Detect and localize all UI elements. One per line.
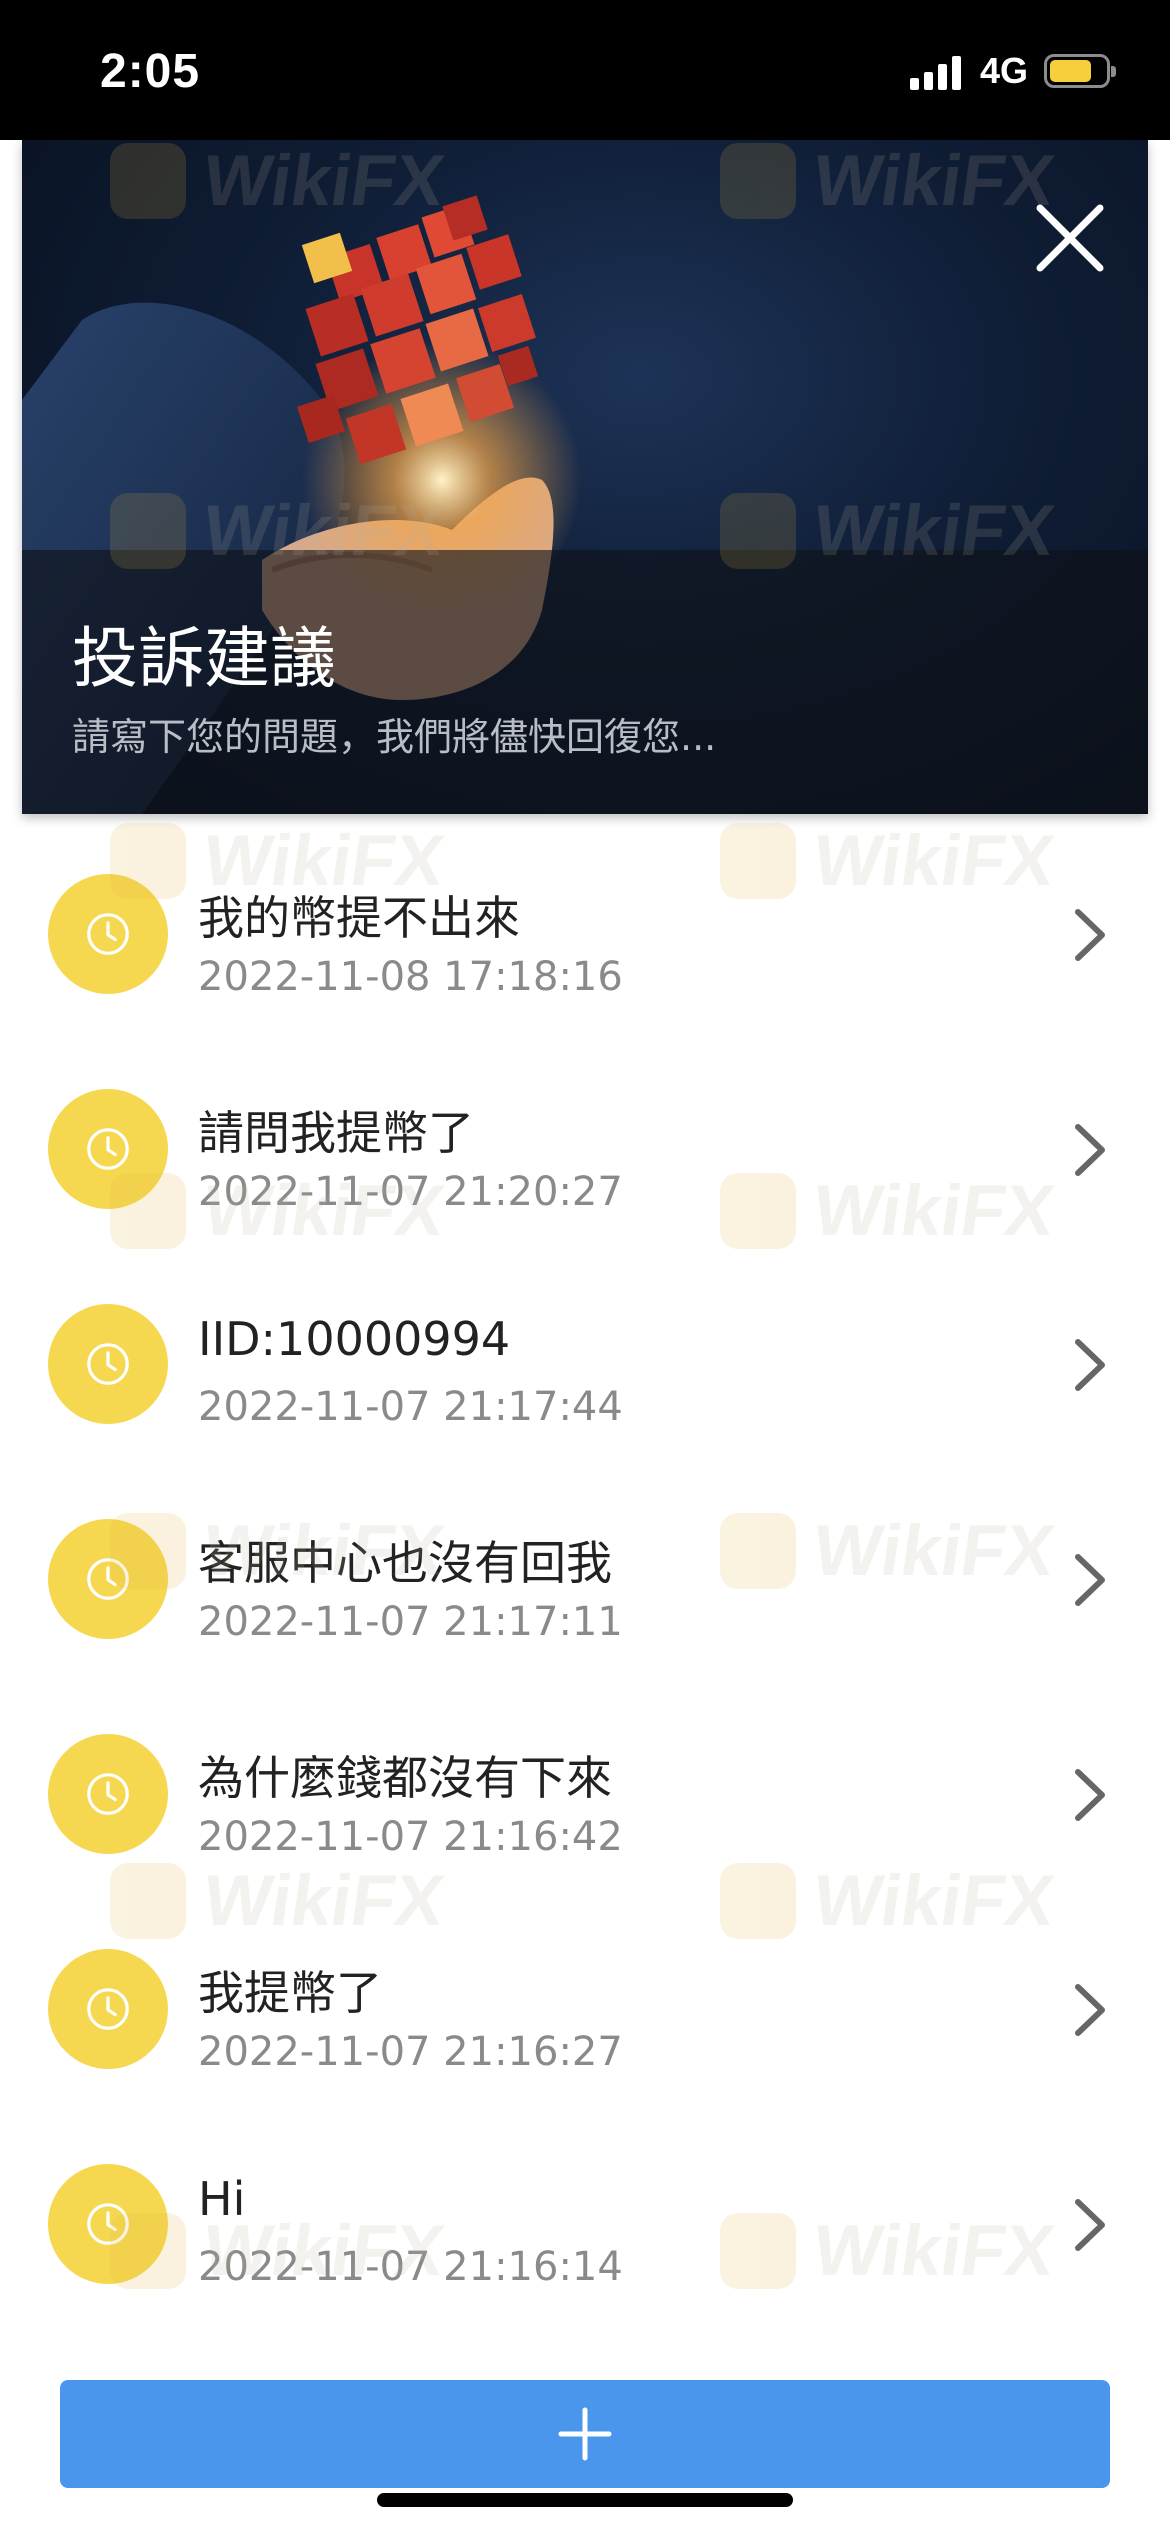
chevron-right-icon <box>1075 1769 1105 1821</box>
ticket-timestamp: 2022-11-08 17:18:16 <box>198 954 623 1000</box>
ticket-timestamp: 2022-11-07 21:16:27 <box>198 2029 623 2075</box>
status-badge <box>48 1304 168 1424</box>
ticket-timestamp: 2022-11-07 21:17:11 <box>198 1599 623 1645</box>
chevron-right-icon <box>1075 1554 1105 1606</box>
ticket-timestamp: 2022-11-07 21:16:42 <box>198 1814 623 1860</box>
status-indicators: 4G <box>909 50 1116 92</box>
status-bar: 2:05 4G <box>0 0 1170 140</box>
ticket-title: 我的幣提不出來 <box>198 891 520 945</box>
status-badge <box>48 1949 168 2069</box>
clock-icon <box>87 913 129 955</box>
status-time: 2:05 <box>100 45 201 98</box>
chevron-right-icon <box>1075 1339 1105 1391</box>
page-subtitle: 請寫下您的問題，我們將儘快回復您... <box>72 715 717 759</box>
ticket-title: Hi <box>198 2172 246 2226</box>
list-item[interactable]: 請問我提幣了 2022-11-07 21:20:27 <box>0 1045 1170 1245</box>
status-badge <box>48 1734 168 1854</box>
ticket-timestamp: 2022-11-07 21:20:27 <box>198 1169 623 1215</box>
list-item[interactable]: 我提幣了 2022-11-07 21:16:27 <box>0 1905 1170 2105</box>
ticket-title: 我提幣了 <box>198 1966 382 2020</box>
battery-icon <box>1044 54 1116 88</box>
chevron-right-icon <box>1075 1124 1105 1176</box>
list-item[interactable]: IID:10000994 2022-11-07 21:17:44 <box>0 1260 1170 1460</box>
clock-icon <box>87 1343 129 1385</box>
plus-icon <box>558 2407 612 2461</box>
list-item[interactable]: 客服中心也沒有回我 2022-11-07 21:17:11 <box>0 1475 1170 1675</box>
list-item[interactable]: 我的幣提不出來 2022-11-08 17:18:16 <box>0 830 1170 1030</box>
chevron-right-icon <box>1075 2199 1105 2251</box>
chevron-right-icon <box>1075 909 1105 961</box>
ticket-title: IID:10000994 <box>198 1312 511 1366</box>
page-title: 投訴建議 <box>72 620 336 697</box>
ticket-timestamp: 2022-11-07 21:16:14 <box>198 2244 623 2290</box>
ticket-title: 客服中心也沒有回我 <box>198 1536 612 1590</box>
clock-icon <box>87 1128 129 1170</box>
ticket-title: 請問我提幣了 <box>198 1106 474 1160</box>
list-item[interactable]: 為什麼錢都沒有下來 2022-11-07 21:16:42 <box>0 1690 1170 1890</box>
close-button[interactable] <box>1032 200 1108 276</box>
status-badge <box>48 874 168 994</box>
status-badge <box>48 1519 168 1639</box>
ticket-timestamp: 2022-11-07 21:17:44 <box>198 1384 623 1430</box>
hero-banner: 投訴建議 請寫下您的問題，我們將儘快回復您... <box>22 140 1148 814</box>
list-item[interactable]: Hi 2022-11-07 21:16:14 <box>0 2120 1170 2320</box>
clock-icon <box>87 1773 129 1815</box>
status-badge <box>48 2164 168 2284</box>
signal-icon <box>909 52 966 90</box>
home-indicator <box>377 2493 793 2507</box>
chevron-right-icon <box>1075 1984 1105 2036</box>
ticket-title: 為什麼錢都沒有下來 <box>198 1751 612 1805</box>
add-complaint-button[interactable] <box>60 2380 1110 2488</box>
status-badge <box>48 1089 168 1209</box>
close-icon <box>1036 204 1104 272</box>
clock-icon <box>87 1988 129 2030</box>
battery-level <box>1050 60 1091 82</box>
clock-icon <box>87 1558 129 1600</box>
network-label: 4G <box>979 50 1028 91</box>
clock-icon <box>87 2203 129 2245</box>
